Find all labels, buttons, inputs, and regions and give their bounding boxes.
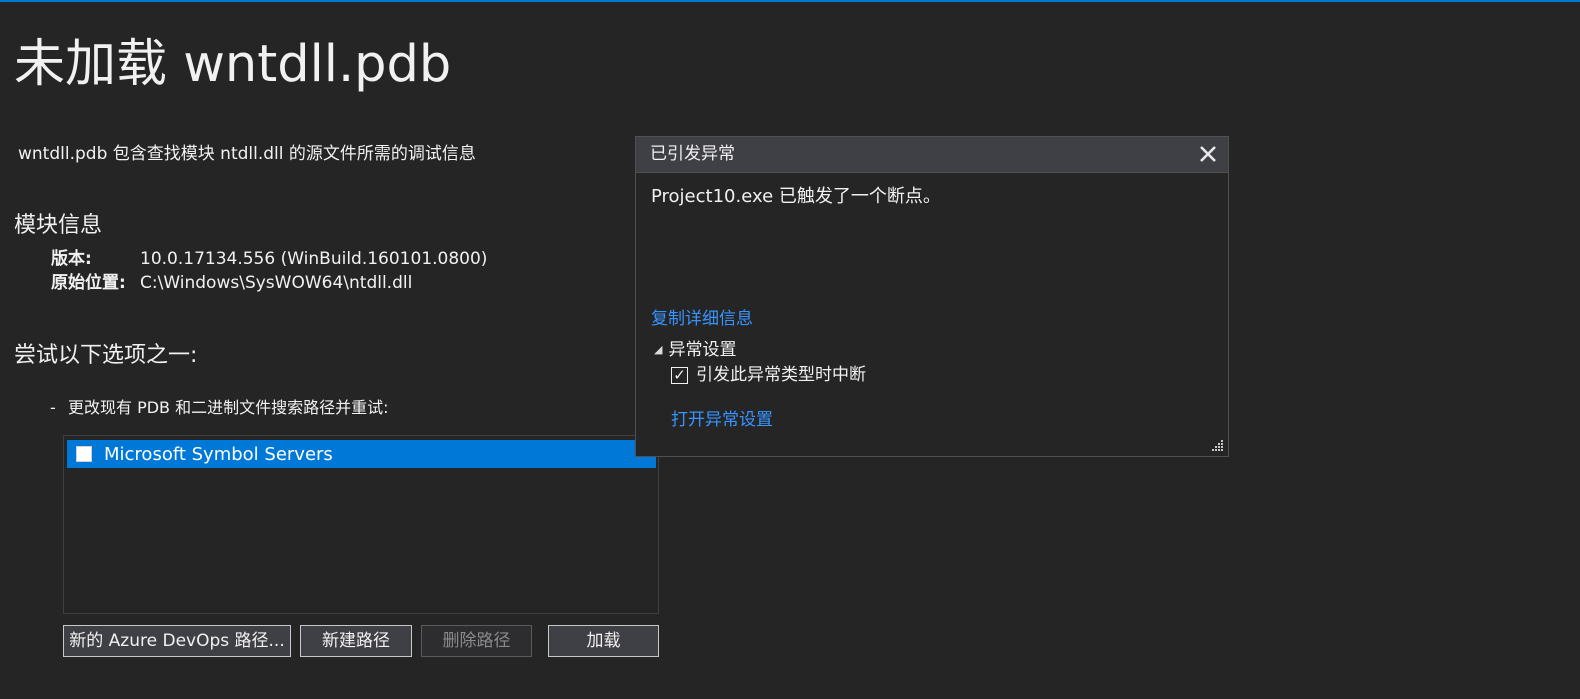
exception-popup-header: 已引发异常: [636, 137, 1228, 173]
top-accent-line: [0, 0, 1580, 2]
exception-message: Project10.exe 已触发了一个断点。: [651, 186, 941, 207]
exception-settings-label: 异常设置: [668, 340, 737, 360]
exception-popup: 已引发异常 Project10.exe 已触发了一个断点。 复制详细信息 ◢ 异…: [635, 136, 1229, 457]
load-button[interactable]: 加载: [548, 625, 659, 657]
version-label: 版本:: [51, 249, 92, 269]
new-path-button[interactable]: 新建路径: [300, 625, 412, 657]
break-on-exception-checkbox[interactable]: ✓: [671, 366, 688, 384]
option-text: 更改现有 PDB 和二进制文件搜索路径并重试:: [68, 398, 389, 417]
copy-details-link[interactable]: 复制详细信息: [651, 308, 753, 330]
symbol-server-checkbox[interactable]: [76, 446, 92, 462]
close-icon[interactable]: [1196, 142, 1220, 166]
symbol-server-label: Microsoft Symbol Servers: [104, 443, 333, 465]
option-dash: -: [50, 398, 56, 417]
symbol-server-item[interactable]: Microsoft Symbol Servers: [67, 440, 656, 468]
option-item: - 更改现有 PDB 和二进制文件搜索路径并重试:: [50, 397, 389, 419]
resize-grip-icon[interactable]: [1210, 438, 1224, 452]
exception-popup-title: 已引发异常: [650, 144, 735, 164]
open-exception-settings-link[interactable]: 打开异常设置: [671, 409, 773, 431]
break-on-exception-label: 引发此异常类型时中断: [696, 365, 866, 385]
page-title: 未加载 wntdll.pdb: [14, 35, 452, 94]
location-label: 原始位置:: [51, 273, 126, 293]
module-info-heading: 模块信息: [14, 213, 103, 238]
triangle-expanded-icon[interactable]: ◢: [654, 339, 662, 361]
version-value: 10.0.17134.556 (WinBuild.160101.0800): [140, 249, 488, 269]
exception-settings-section[interactable]: ◢ 异常设置: [654, 339, 736, 361]
location-value: C:\Windows\SysWOW64\ntdll.dll: [140, 273, 413, 293]
version-row: 版本: 10.0.17134.556 (WinBuild.160101.0800): [51, 248, 487, 270]
break-on-exception-row[interactable]: ✓ 引发此异常类型时中断: [671, 364, 866, 386]
symbol-path-list[interactable]: Microsoft Symbol Servers: [63, 435, 659, 614]
options-heading: 尝试以下选项之一:: [14, 343, 198, 368]
delete-path-button[interactable]: 删除路径: [421, 625, 532, 657]
location-row: 原始位置: C:\Windows\SysWOW64\ntdll.dll: [51, 272, 412, 294]
page-description: wntdll.pdb 包含查找模块 ntdll.dll 的源文件所需的调试信息: [18, 144, 476, 164]
new-azure-devops-path-button[interactable]: 新的 Azure DevOps 路径...: [63, 625, 291, 657]
